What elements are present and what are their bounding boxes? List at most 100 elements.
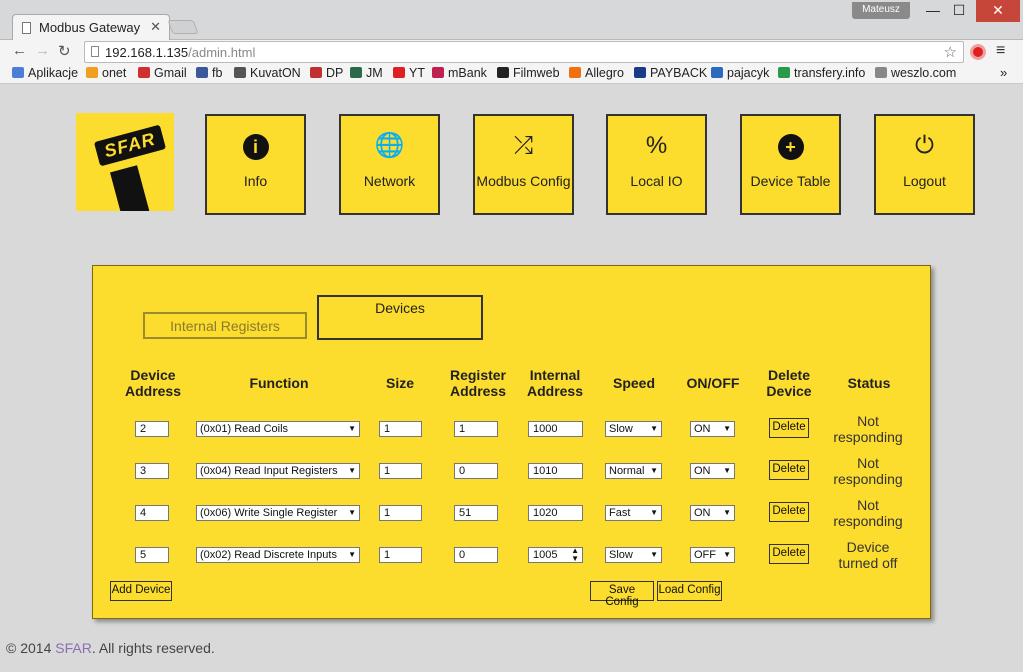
bookmark-item[interactable]: Filmweb [497,66,560,80]
function-select[interactable]: (0x04) Read Input Registers [196,463,360,479]
info-icon-glyph: i [242,134,269,160]
address-bar[interactable]: 192.168.1.135/admin.html ☆ [84,41,964,63]
tab-close-icon[interactable]: ✕ [150,19,161,35]
tab-internal-registers[interactable]: Internal Registers [143,312,307,339]
bookmark-item[interactable]: weszlo.com [875,66,956,80]
nav-tile-local-io[interactable]: % Local IO [606,114,707,215]
bookmark-label: KuvatON [250,66,301,80]
nav-tile-modbus-config[interactable]: ⤮ Modbus Config [473,114,574,215]
size-input[interactable]: 1 [379,547,422,563]
bookmark-item[interactable]: transfery.info [778,66,865,80]
nav-tile-label: Logout [903,173,946,189]
internal-address-input[interactable]: 1010 [528,463,583,479]
bookmark-label: Aplikacje [28,66,79,80]
register-address-input[interactable]: 51 [454,505,498,521]
logo-text: SFAR [93,124,167,167]
onoff-select[interactable]: ON [690,421,735,437]
page-icon [22,22,31,34]
bookmark-star-icon[interactable]: ☆ [944,43,957,61]
register-address-input[interactable]: 0 [454,463,498,479]
internal-address-input[interactable]: 1005 ▲ ▼ [528,547,583,563]
speed-select[interactable]: Normal [605,463,662,479]
browser-tab[interactable]: Modbus Gateway ✕ [12,14,170,41]
close-window-button[interactable]: ✕ [976,0,1020,22]
bookmark-item[interactable]: pajacyk [711,66,769,80]
footer-suffix: . All rights reserved. [91,640,215,656]
minimize-button[interactable]: — [922,2,944,22]
maximize-button[interactable]: ☐ [948,2,970,22]
bookmark-item[interactable]: Gmail [138,66,187,80]
profile-badge[interactable]: Mateusz [852,2,910,19]
load-config-button[interactable]: Load Config [657,581,722,601]
bookmark-item[interactable]: onet [86,66,126,80]
bookmark-favicon-icon [234,67,246,78]
register-address-input[interactable]: 1 [454,421,498,437]
delete-device-button[interactable]: Delete [769,544,809,564]
size-input[interactable]: 1 [379,505,422,521]
forward-icon[interactable]: → [35,42,50,59]
device-address-input[interactable]: 2 [135,421,169,437]
bookmark-label: DP [326,66,344,80]
extension-icon[interactable] [970,44,986,60]
speed-select[interactable]: Slow [605,421,662,437]
delete-device-button[interactable]: Delete [769,418,809,438]
function-select[interactable]: (0x06) Write Single Register [196,505,360,521]
nav-tile-logout[interactable]: ⏻ Logout [874,114,975,215]
device-address-input[interactable]: 4 [135,505,169,521]
header-status: Status [847,375,891,391]
bookmark-item[interactable]: YT [393,66,425,80]
add-device-button[interactable]: Add Device [110,581,172,601]
size-input[interactable]: 1 [379,421,422,437]
bookmark-item[interactable]: mBank [432,66,487,80]
device-address-input[interactable]: 5 [135,547,169,563]
bookmarks-more-button[interactable]: » [1000,65,1007,80]
back-icon[interactable]: ← [12,42,27,59]
function-select[interactable]: (0x01) Read Coils [196,421,360,437]
bookmark-item[interactable]: Aplikacje [12,66,78,80]
stepper-arrows-icon[interactable]: ▲ ▼ [571,547,579,563]
bookmark-favicon-icon [778,67,790,78]
bookmark-favicon-icon [350,67,362,78]
bookmark-item[interactable]: JM [350,66,383,80]
nav-tile-network[interactable]: 🌐 Network [339,114,440,215]
percent-icon: % [608,131,705,161]
new-tab-button[interactable] [167,20,199,34]
shuffle-icon-glyph: ⤮ [513,132,534,159]
delete-device-button[interactable]: Delete [769,460,809,480]
delete-device-button[interactable]: Delete [769,502,809,522]
page-icon [91,46,99,57]
register-address-input[interactable]: 0 [454,547,498,563]
speed-select[interactable]: Fast [605,505,662,521]
nav-tile-info[interactable]: i Info [205,114,306,215]
bookmark-item[interactable]: PAYBACK [634,66,707,80]
bookmark-item[interactable]: DP [310,66,343,80]
header-size: Size [385,375,414,391]
device-address-input[interactable]: 3 [135,463,169,479]
function-select[interactable]: (0x02) Read Discrete Inputs [196,547,360,563]
save-config-button[interactable]: Save Config [590,581,654,608]
internal-address-input[interactable]: 1020 [528,505,583,521]
header-register-address: Register Address [449,367,507,399]
bookmark-item[interactable]: KuvatON [234,66,301,80]
footer-brand-link[interactable]: SFAR [55,640,92,656]
menu-icon[interactable]: ≡ [996,42,1005,60]
status-text: Not responding [833,413,903,445]
onoff-select[interactable]: OFF [690,547,735,563]
devices-panel: Internal Registers Devices Device Addres… [92,265,931,619]
bookmark-favicon-icon [497,67,509,78]
internal-address-input[interactable]: 1000 [528,421,583,437]
bookmark-item[interactable]: fb [196,66,222,80]
header-delete-device: Delete Device [766,367,812,399]
size-input[interactable]: 1 [379,463,422,479]
bookmark-item[interactable]: Allegro [569,66,624,80]
sfar-logo: SFAR [76,113,174,211]
reload-icon[interactable]: ↻ [58,42,71,60]
bookmark-label: fb [212,66,223,80]
speed-select[interactable]: Slow [605,547,662,563]
internal-address-value: 1010 [533,465,558,477]
onoff-select[interactable]: ON [690,463,735,479]
bookmark-label: weszlo.com [891,66,957,80]
nav-tile-device-table[interactable]: + Device Table [740,114,841,215]
onoff-select[interactable]: ON [690,505,735,521]
tab-devices[interactable]: Devices [317,295,483,340]
